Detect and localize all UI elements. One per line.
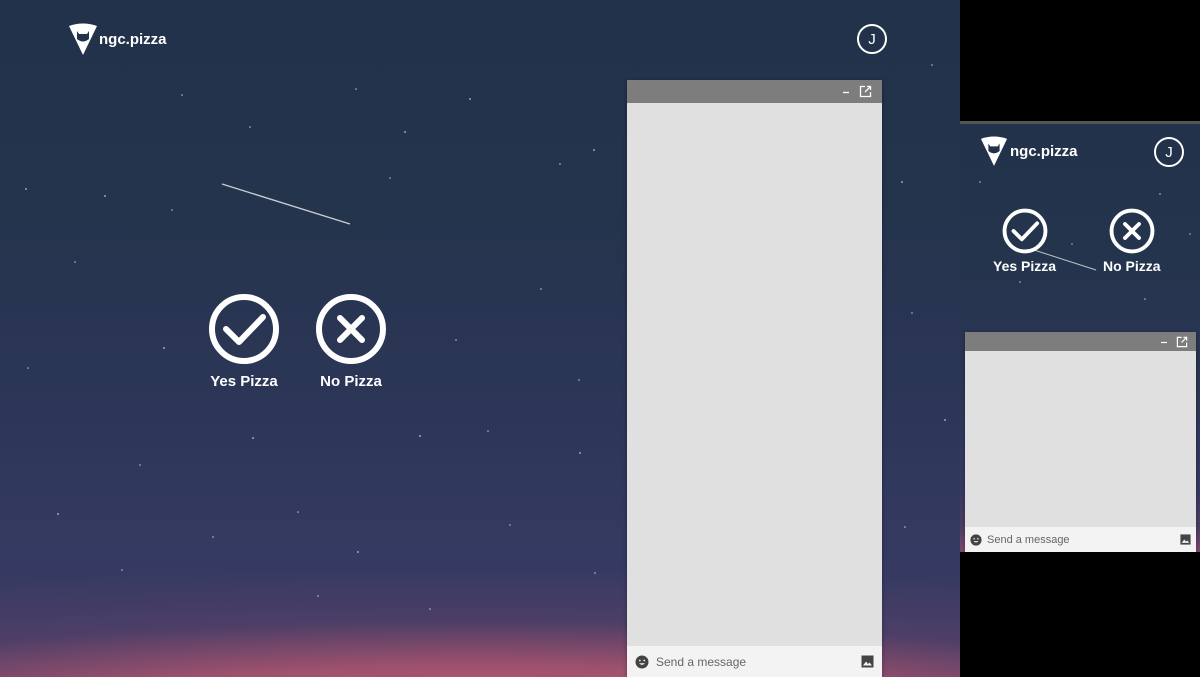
mobile-minimize-icon[interactable] — [1159, 337, 1169, 347]
yes-pizza-label: Yes Pizza — [210, 373, 278, 390]
mobile-x-circle-icon — [1109, 208, 1155, 254]
brand-logo[interactable]: ngc.pizza — [68, 22, 167, 56]
mobile-chat-messages — [965, 351, 1196, 527]
mobile-message-input[interactable]: Send a message — [987, 534, 1180, 546]
mobile-yes-pizza-button[interactable]: Yes Pizza — [993, 208, 1056, 274]
chat-input-bar[interactable]: Send a message — [627, 646, 882, 677]
chat-messages — [627, 103, 882, 646]
pizza-cat-logo-icon — [69, 23, 97, 55]
mobile-chat-window: Send a message — [965, 332, 1196, 552]
mobile-popout-icon[interactable] — [1176, 336, 1188, 348]
chat-window: Send a message — [627, 80, 882, 677]
chat-header — [627, 80, 882, 103]
shooting-star — [221, 183, 351, 225]
emoji-icon[interactable] — [635, 655, 649, 669]
mobile-chat-header — [965, 332, 1196, 351]
yes-pizza-button[interactable]: Yes Pizza — [208, 293, 280, 390]
mobile-brand-logo[interactable]: ngc.pizza — [980, 135, 1078, 167]
mobile-brand-name: ngc.pizza — [1010, 142, 1078, 160]
no-pizza-button[interactable]: No Pizza — [315, 293, 387, 390]
desktop-view: ngc.pizza J Yes Pizza No Pizza Send a me… — [0, 0, 960, 677]
mobile-user-avatar[interactable]: J — [1154, 137, 1184, 167]
mobile-chat-input-bar[interactable]: Send a message — [965, 527, 1196, 552]
check-circle-icon — [209, 294, 279, 364]
brand-name: ngc.pizza — [99, 30, 167, 48]
mobile-pizza-cat-logo-icon — [980, 136, 1008, 166]
mobile-yes-pizza-label: Yes Pizza — [993, 258, 1057, 274]
x-circle-icon — [316, 294, 386, 364]
mobile-no-pizza-label: No Pizza — [1103, 258, 1161, 274]
mobile-view: ngc.pizza J Yes Pizza No Pizza Send a me… — [960, 121, 1200, 552]
popout-icon[interactable] — [859, 85, 872, 98]
mobile-no-pizza-button[interactable]: No Pizza — [1103, 208, 1161, 274]
message-input[interactable]: Send a message — [656, 655, 861, 669]
mobile-image-icon[interactable] — [1180, 534, 1191, 545]
no-pizza-label: No Pizza — [320, 373, 382, 390]
mobile-emoji-icon[interactable] — [970, 533, 982, 546]
minimize-icon[interactable] — [841, 87, 851, 97]
image-icon[interactable] — [861, 655, 874, 668]
user-avatar[interactable]: J — [857, 24, 887, 54]
mobile-check-circle-icon — [1002, 208, 1047, 254]
